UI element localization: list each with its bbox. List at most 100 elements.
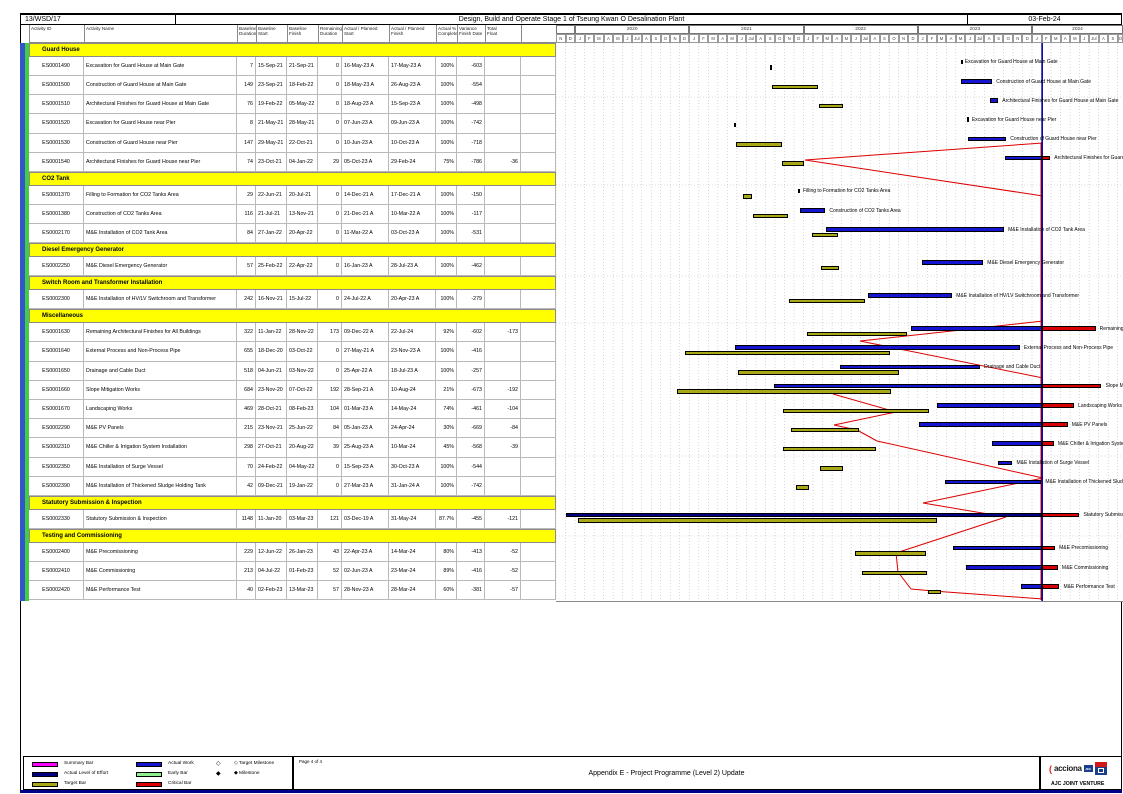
table-cell-id: ES0002300 — [29, 290, 84, 309]
table-cell-pct: 100% — [436, 186, 457, 205]
timeline-month-cell: D — [566, 34, 576, 43]
table-cell-var: -381 — [457, 581, 485, 600]
group-band-row: Guard House — [29, 43, 556, 57]
table-cell-var: -554 — [457, 76, 485, 95]
timeline-month-cell: S — [765, 34, 775, 43]
table-cell-bfinish: 03-Oct-22 — [287, 342, 318, 361]
timeline-month-cell: N — [1013, 34, 1023, 43]
group-band-row: Testing and Commissioning — [29, 529, 556, 543]
table-cell-bfinish: 13-Nov-21 — [287, 205, 318, 224]
table-cell-var: -416 — [457, 562, 485, 581]
table-cell-bdur: 70 — [237, 458, 256, 477]
table-cell-pct: 21% — [436, 381, 457, 400]
table-cell-rdur: 121 — [318, 510, 342, 529]
gantt-bar-baseline — [738, 370, 900, 375]
gantt-bar-baseline — [578, 518, 937, 523]
jv-logos: ( acciona JEC — [1049, 762, 1107, 775]
table-cell-bdur: 242 — [237, 290, 256, 309]
gantt-bar-baseline — [783, 409, 929, 414]
gantt-bar-baseline — [789, 299, 865, 304]
gantt-bar-actual — [1005, 156, 1042, 161]
jec-logo-icon: JEC — [1084, 765, 1093, 772]
table-cell-name: Slope Mitigation Works — [84, 381, 237, 400]
table-cell-id: ES0002310 — [29, 438, 84, 457]
legend-label: Actual Level of Effort — [64, 771, 108, 776]
gantt-bar-critical — [1042, 422, 1068, 427]
table-cell-id: ES0001370 — [29, 186, 84, 205]
table-cell-filler — [521, 257, 556, 276]
table-cell-filler — [521, 581, 556, 600]
table-cell-filler — [521, 57, 556, 76]
table-cell-filler — [521, 95, 556, 114]
timeline-month-cell: J — [918, 34, 928, 43]
table-cell-afinish: 10-Aug-24 — [389, 381, 436, 400]
table-cell-filler — [521, 543, 556, 562]
document-title: Appendix E - Project Programme (Level 2)… — [294, 770, 1039, 777]
table-cell-bfinish: 18-Feb-22 — [287, 76, 318, 95]
table-cell-tfloat: -52 — [485, 562, 521, 581]
table-cell-astart: 21-Dec-21 A — [342, 205, 389, 224]
table-cell-tfloat: -121 — [485, 510, 521, 529]
table-cell-name: M&E Performance Test — [84, 581, 237, 600]
table-cell-name: External Process and Non-Process Pipe — [84, 342, 237, 361]
table-cell-id: ES0002170 — [29, 224, 84, 243]
table-cell-afinish: 23-Nov-23 A — [389, 342, 436, 361]
gantt-bar-baseline — [807, 332, 908, 337]
table-cell-afinish: 29-Feb-24 — [389, 153, 436, 172]
table-cell-pct: 100% — [436, 458, 457, 477]
timeline-month-cell: F — [813, 34, 823, 43]
table-cell-var: -462 — [457, 257, 485, 276]
table-cell-pct: 100% — [436, 134, 457, 153]
table-cell-bstart: 02-Feb-23 — [256, 581, 287, 600]
table-cell-id: ES0001650 — [29, 362, 84, 381]
table-cell-rdur: 43 — [318, 543, 342, 562]
table-cell-bfinish: 07-Oct-22 — [287, 381, 318, 400]
timeline-month-cell: Jul — [1089, 34, 1099, 43]
timeline-month-cell: Jul — [632, 34, 642, 43]
legend-milestone-label: ◆ Milestone — [234, 771, 260, 776]
group-band-label: CO2 Tank — [42, 176, 70, 182]
timeline-month-cell: A — [1099, 34, 1109, 43]
column-header-filler — [521, 25, 556, 43]
table-cell-rdur: 0 — [318, 76, 342, 95]
table-cell-var: -461 — [457, 400, 485, 419]
gantt-bar-baseline — [812, 233, 838, 238]
table-cell-bfinish: 04-May-22 — [287, 458, 318, 477]
gantt-bar-critical — [1042, 326, 1096, 331]
timeline-month-cell: S — [651, 34, 661, 43]
table-cell-pct: 100% — [436, 95, 457, 114]
table-cell-name: Construction of Guard House near Pier — [84, 134, 237, 153]
table-cell-pct: 89% — [436, 562, 457, 581]
legend-box: Summary BarActual Level of EffortTarget … — [23, 756, 293, 790]
table-cell-tfloat: -36 — [485, 153, 521, 172]
timeline-month-cell: M — [823, 34, 833, 43]
column-header-id: Activity ID — [29, 25, 84, 43]
gantt-bar-baseline — [820, 466, 842, 471]
timeline-month-cell: F — [699, 34, 709, 43]
group-band-row: CO2 Tank — [29, 172, 556, 186]
table-cell-filler — [521, 134, 556, 153]
timeline-month-cell: S — [880, 34, 890, 43]
gantt-bar-baseline — [783, 447, 876, 452]
table-cell-bdur: 684 — [237, 381, 256, 400]
report-date: 03-Feb-24 — [1028, 16, 1060, 23]
table-cell-rdur: 104 — [318, 400, 342, 419]
gantt-bar-label: Filling to Formation for CO2 Tanks Area — [803, 188, 1123, 194]
gantt-bar-baseline — [796, 485, 809, 490]
table-cell-pct: 92% — [436, 323, 457, 342]
table-cell-tfloat: -39 — [485, 438, 521, 457]
gantt-report-page: 13/WSD/17 Design, Build and Operate Stag… — [0, 0, 1123, 794]
table-cell-id: ES0001670 — [29, 400, 84, 419]
timeline-month-cell: J — [575, 34, 585, 43]
report-title: Design, Build and Operate Stage 1 of Tse… — [459, 16, 685, 23]
table-cell-var: -568 — [457, 438, 485, 457]
table-cell-astart: 25-Aug-23 A — [342, 438, 389, 457]
gantt-bar-actual — [826, 227, 1004, 232]
timeline-month-cell: D — [1022, 34, 1032, 43]
table-cell-astart: 02-Jun-23 A — [342, 562, 389, 581]
legend-swatch-summary-bar — [32, 762, 58, 767]
table-cell-tfloat — [485, 114, 521, 133]
gantt-bar-actual — [945, 480, 1041, 485]
timeline-month-cell: M — [594, 34, 604, 43]
table-cell-afinish: 03-Oct-23 A — [389, 224, 436, 243]
